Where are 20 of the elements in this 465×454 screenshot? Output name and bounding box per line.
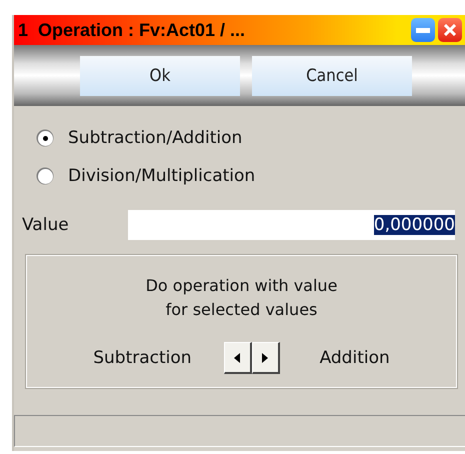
radio-button[interactable] — [36, 129, 54, 147]
addition-label: Addition — [320, 348, 390, 368]
subtraction-label: Subtraction — [93, 348, 192, 368]
right-arrow-button[interactable] — [252, 342, 280, 374]
close-icon — [444, 24, 456, 36]
cancel-button[interactable]: Cancel — [252, 56, 412, 96]
option-label: Subtraction/Addition — [68, 128, 242, 148]
radio-button[interactable] — [36, 167, 54, 185]
close-button[interactable] — [438, 18, 462, 42]
option-label: Division/Multiplication — [68, 166, 256, 186]
left-arrow-button[interactable] — [224, 342, 252, 374]
value-field[interactable]: 0,000000 — [128, 210, 455, 240]
ok-button[interactable]: Ok — [80, 56, 240, 96]
window-title: 1 Operation : Fv:Act01 / ... — [18, 20, 246, 40]
minimize-button[interactable] — [411, 18, 435, 42]
left-arrow-icon — [234, 352, 240, 362]
right-arrow-icon — [262, 352, 268, 362]
minimize-icon — [416, 28, 430, 32]
value-label: Value — [22, 215, 70, 235]
group-description: Do operation with value for selected values — [146, 275, 338, 321]
